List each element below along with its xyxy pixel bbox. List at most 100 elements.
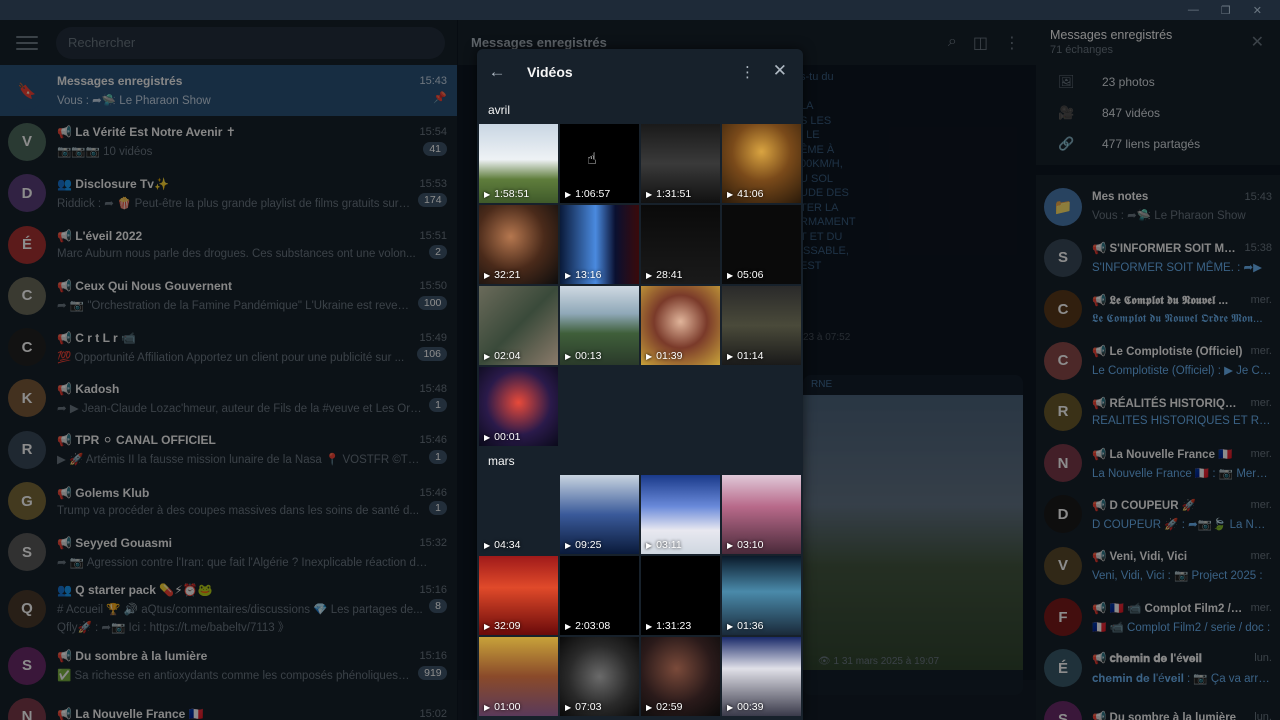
duration-text: 28:41 xyxy=(656,269,683,281)
video-thumbnail[interactable]: ▶ 2:03:08 xyxy=(560,556,639,635)
duration-text: 03:11 xyxy=(656,539,682,551)
play-icon: ▶ xyxy=(727,352,734,361)
video-duration: ▶ 07:03 xyxy=(565,701,601,713)
video-thumbnail[interactable]: ▶ 1:06:57 xyxy=(560,124,639,203)
video-grid: ▶ 04:34 ▶ 09:25 ▶ 03:11 ▶ 03:10 ▶ 32:09 ▶ 2:03:08 ▶ 1… xyxy=(477,475,803,716)
play-icon: ▶ xyxy=(727,541,734,550)
video-duration: ▶ 13:16 xyxy=(565,269,601,281)
videos-title: Vidéos xyxy=(527,64,573,80)
more-options-icon[interactable]: ⋮ xyxy=(740,63,755,81)
month-label: mars xyxy=(488,453,515,468)
duration-text: 32:21 xyxy=(494,269,521,281)
play-icon: ▶ xyxy=(484,271,491,280)
video-thumbnail[interactable]: ▶ 03:11 xyxy=(641,475,720,554)
video-duration: ▶ 01:36 xyxy=(727,620,763,632)
mouse-cursor-icon: ☝ xyxy=(587,151,597,168)
video-thumbnail[interactable]: ▶ 07:03 xyxy=(560,637,639,716)
telegram-window: — ❐ ✕ Rechercher 🔖 Messages enregistrés 15… xyxy=(0,0,1280,720)
duration-text: 03:10 xyxy=(737,539,764,551)
duration-text: 13:16 xyxy=(575,269,602,281)
duration-text: 05:06 xyxy=(737,269,764,281)
video-thumbnail[interactable]: ▶ 1:31:23 xyxy=(641,556,720,635)
duration-text: 1:31:51 xyxy=(656,188,692,200)
video-thumbnail[interactable]: ▶ 01:36 xyxy=(722,556,801,635)
video-thumbnail[interactable]: ▶ 13:16 xyxy=(560,205,639,284)
video-thumbnail[interactable]: ▶ 1:31:51 xyxy=(641,124,720,203)
video-duration: ▶ 09:25 xyxy=(565,539,601,551)
close-icon[interactable]: ✕ xyxy=(773,61,787,81)
video-thumbnail[interactable]: ▶ 02:59 xyxy=(641,637,720,716)
duration-text: 01:36 xyxy=(737,620,764,632)
video-duration: ▶ 01:00 xyxy=(484,701,520,713)
videos-panel: ← Vidéos ⋮ ✕ avril ▶ 1:58:51 ▶ 1:06:57 ▶ 1:31:… xyxy=(477,49,803,720)
duration-text: 00:01 xyxy=(494,431,521,443)
play-icon: ▶ xyxy=(646,352,653,361)
video-thumbnail[interactable]: ▶ 32:21 xyxy=(479,205,558,284)
video-duration: ▶ 02:04 xyxy=(484,350,520,362)
video-duration: ▶ 00:39 xyxy=(727,701,763,713)
play-icon: ▶ xyxy=(565,703,572,712)
duration-text: 01:14 xyxy=(737,350,764,362)
video-duration: ▶ 2:03:08 xyxy=(565,620,610,632)
video-duration: ▶ 1:31:23 xyxy=(646,620,691,632)
duration-text: 02:04 xyxy=(494,350,521,362)
window-titlebar: — ❐ ✕ xyxy=(0,0,1280,20)
video-thumbnail[interactable]: ▶ 00:01 xyxy=(479,367,558,446)
video-thumbnail[interactable]: ▶ 00:13 xyxy=(560,286,639,365)
duration-text: 32:09 xyxy=(494,620,521,632)
play-icon: ▶ xyxy=(646,271,653,280)
maximize-icon[interactable]: ❐ xyxy=(1221,4,1231,17)
play-icon: ▶ xyxy=(484,703,491,712)
play-icon: ▶ xyxy=(565,622,572,631)
video-thumbnail[interactable]: ▶ 00:39 xyxy=(722,637,801,716)
video-thumbnail[interactable]: ▶ 05:06 xyxy=(722,205,801,284)
play-icon: ▶ xyxy=(727,271,734,280)
play-icon: ▶ xyxy=(727,703,734,712)
minimize-icon[interactable]: — xyxy=(1188,4,1199,16)
video-duration: ▶ 01:39 xyxy=(646,350,682,362)
video-thumbnail[interactable]: ▶ 32:09 xyxy=(479,556,558,635)
video-duration: ▶ 1:06:57 xyxy=(565,188,610,200)
video-thumbnail[interactable]: ▶ 09:25 xyxy=(560,475,639,554)
close-window-icon[interactable]: ✕ xyxy=(1253,4,1262,17)
videos-header: ← Vidéos ⋮ ✕ xyxy=(477,49,803,95)
video-duration: ▶ 1:58:51 xyxy=(484,188,529,200)
play-icon: ▶ xyxy=(727,190,734,199)
duration-text: 07:03 xyxy=(575,701,602,713)
play-icon: ▶ xyxy=(646,190,653,199)
month-label: avril xyxy=(488,102,511,117)
videos-gallery: avril ▶ 1:58:51 ▶ 1:06:57 ▶ 1:31:51 ▶ 41:06 ▶ 32:2… xyxy=(477,95,803,716)
duration-text: 04:34 xyxy=(494,539,521,551)
video-thumbnail[interactable]: ▶ 41:06 xyxy=(722,124,801,203)
duration-text: 41:06 xyxy=(737,188,764,200)
video-duration: ▶ 01:14 xyxy=(727,350,763,362)
video-thumbnail[interactable]: ▶ 1:58:51 xyxy=(479,124,558,203)
video-duration: ▶ 1:31:51 xyxy=(646,188,691,200)
duration-text: 01:39 xyxy=(656,350,683,362)
video-duration: ▶ 05:06 xyxy=(727,269,763,281)
video-thumbnail[interactable]: ▶ 01:14 xyxy=(722,286,801,365)
play-icon: ▶ xyxy=(565,352,572,361)
video-duration: ▶ 04:34 xyxy=(484,539,520,551)
duration-text: 2:03:08 xyxy=(575,620,611,632)
video-duration: ▶ 32:09 xyxy=(484,620,520,632)
video-duration: ▶ 03:11 xyxy=(646,539,682,551)
video-duration: ▶ 03:10 xyxy=(727,539,763,551)
play-icon: ▶ xyxy=(565,541,572,550)
duration-text: 00:13 xyxy=(575,350,602,362)
play-icon: ▶ xyxy=(646,622,653,631)
video-thumbnail[interactable]: ▶ 02:04 xyxy=(479,286,558,365)
video-thumbnail[interactable]: ▶ 04:34 xyxy=(479,475,558,554)
play-icon: ▶ xyxy=(646,541,653,550)
back-arrow-icon[interactable]: ← xyxy=(477,62,517,82)
duration-text: 1:31:23 xyxy=(656,620,692,632)
video-grid: ▶ 1:58:51 ▶ 1:06:57 ▶ 1:31:51 ▶ 41:06 ▶ 32:21 ▶ 13:… xyxy=(477,124,803,446)
video-thumbnail[interactable]: ▶ 28:41 xyxy=(641,205,720,284)
video-thumbnail[interactable]: ▶ 01:39 xyxy=(641,286,720,365)
play-icon: ▶ xyxy=(484,622,491,631)
duration-text: 09:25 xyxy=(575,539,602,551)
play-icon: ▶ xyxy=(484,352,491,361)
video-thumbnail[interactable]: ▶ 01:00 xyxy=(479,637,558,716)
video-thumbnail[interactable]: ▶ 03:10 xyxy=(722,475,801,554)
play-icon: ▶ xyxy=(646,703,653,712)
